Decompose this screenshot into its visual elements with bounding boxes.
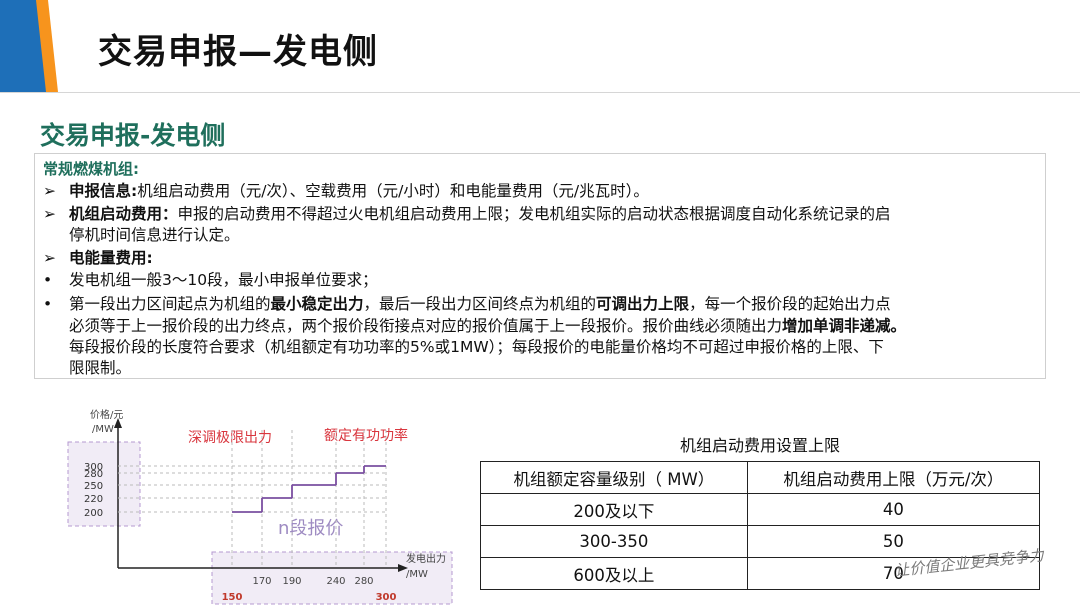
output-rule-bold-2: 可调出力上限	[596, 295, 690, 313]
header-divider	[0, 92, 1080, 93]
table-title: 机组启动费用设置上限	[679, 436, 840, 455]
dot-bullet-icon: •	[43, 271, 53, 289]
slide-title: 交易申报—发电侧	[98, 32, 378, 72]
output-rule-bold-1: 最小稳定出力	[270, 295, 364, 313]
startup-fee-text-1: 申报的启动费用不得超过火电机组启动费用上限；发电机组实际的启动状态根据调度自动化…	[177, 205, 891, 223]
arrow-bullet-icon: ➢	[43, 182, 56, 200]
output-rule-line-3: 每段报价段的长度符合要求（机组额定有功功率的5%或1MW）；每段报价的电能量价格…	[69, 338, 884, 356]
table-header-row: 机组额定容量级别（ MW） 机组启动费用上限（万元/次）	[480, 461, 1041, 494]
y-tick-label: 300	[84, 462, 103, 473]
energy-fee-label: 电能量费用:	[69, 249, 153, 267]
output-rule-part-1: 第一段出力区间起点为机组的	[69, 295, 271, 313]
content-box: 常规燃煤机组: ➢ 申报信息:机组启动费用（元/次）、空载费用（元/小时）和电能…	[34, 153, 1046, 379]
info-text: 机组启动费用（元/次）、空载费用（元/小时）和电能量费用（元/兆瓦时）。	[137, 182, 649, 200]
arrow-bullet-icon: ➢	[43, 249, 56, 267]
annotation-rated-power: 额定有功功率	[324, 427, 408, 444]
table-cell: 40	[746, 493, 1041, 526]
section-title: 交易申报-发电侧	[40, 121, 226, 150]
table-cell: 300-350	[480, 525, 748, 558]
y-axis-label-2: /MW	[92, 424, 114, 435]
startup-fee-label: 机组启动费用：	[69, 205, 178, 223]
output-rule-line-4: 限限制。	[69, 359, 132, 377]
table-row: 200及以下 40	[480, 493, 1041, 526]
x-tick-label: 170	[252, 576, 271, 587]
y-tick-label: 200	[84, 508, 103, 519]
output-rule-part-3: ，每一个报价段的起始出力点	[689, 295, 891, 313]
table-cell: 200及以下	[480, 493, 748, 526]
y-tick-label: 250	[84, 481, 103, 492]
annotation-deep-peak: 深调极限出力	[188, 430, 272, 446]
x-axis-label-2: /MW	[406, 569, 428, 580]
segments-label: n段报价	[278, 518, 343, 539]
table-cell: 600及以上	[480, 557, 748, 590]
info-label: 申报信息:	[69, 182, 138, 200]
y-tick-label: 220	[84, 494, 103, 505]
segment-rule-text: 发电机组一般3～10段，最小申报单位要求；	[69, 271, 378, 289]
dot-bullet-icon: •	[43, 295, 53, 313]
output-rule-bold-3: 增加单调非递减。	[782, 317, 907, 335]
x-axis-label-1: 发电出力	[406, 552, 446, 565]
header-accent-bar	[0, 0, 58, 92]
startup-fee-text-2: 停机时间信息进行认定。	[69, 226, 240, 244]
table-header-capacity: 机组额定容量级别（ MW）	[480, 461, 748, 494]
x-tick-label: 190	[282, 576, 301, 587]
y-tick-region	[67, 441, 141, 527]
output-rule-line-2: 必须等于上一报价段的出力终点，两个报价段衔接点对应的报价值属于上一段报价。报价曲…	[69, 315, 906, 337]
category-title: 常规燃煤机组:	[43, 160, 139, 178]
bid-curve-chart: 价格/元 /MW 发电出力 /MW 深调极限出力 额定有功功率 n段报价 200…	[67, 408, 453, 605]
output-rule-line-2-text: 必须等于上一报价段的出力终点，两个报价段衔接点对应的报价值属于上一段报价。报价曲…	[69, 317, 783, 335]
y-axis-label-1: 价格/元	[90, 408, 123, 421]
x-tick-label: 300	[376, 592, 397, 603]
table-header-fee-limit: 机组启动费用上限（万元/次）	[746, 461, 1041, 494]
x-tick-label: 280	[354, 576, 373, 587]
arrow-bullet-icon: ➢	[43, 205, 56, 223]
output-rule-part-2: ，最后一段出力区间终点为机组的	[363, 295, 597, 313]
x-tick-label: 150	[222, 592, 243, 603]
x-tick-label: 240	[326, 576, 345, 587]
